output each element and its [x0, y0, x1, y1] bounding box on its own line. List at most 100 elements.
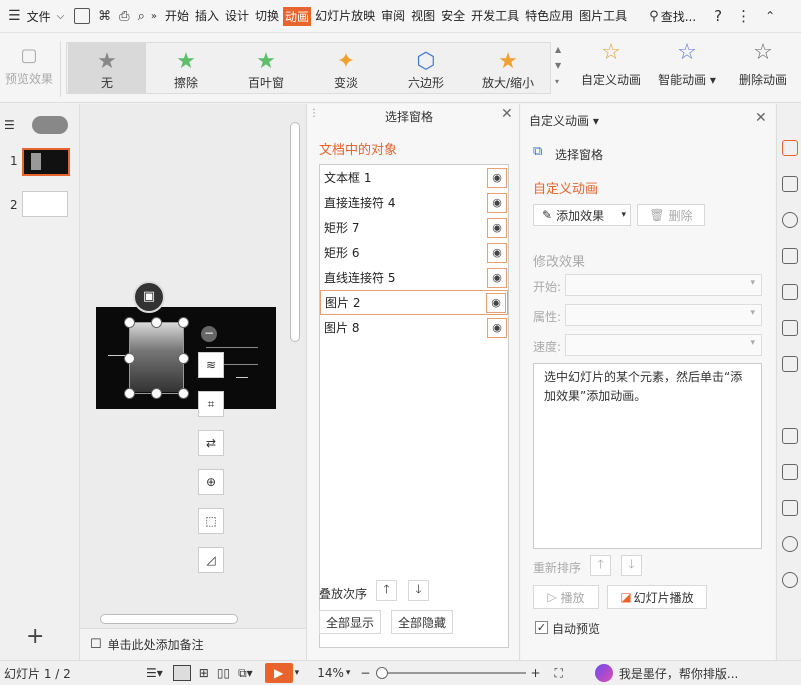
resize-handle[interactable]: [124, 353, 135, 364]
audio-icon[interactable]: [782, 464, 798, 480]
print-icon[interactable]: ⎙: [119, 9, 129, 24]
image-icon[interactable]: [782, 428, 798, 444]
collapse-ribbon-icon[interactable]: ⌃: [765, 9, 775, 23]
notes-toggle-icon[interactable]: ☰▾: [146, 666, 163, 680]
tab-2[interactable]: 设计: [223, 7, 251, 26]
more-icon[interactable]: »: [151, 11, 157, 22]
pane-grip-icon[interactable]: ⋮: [309, 108, 319, 119]
history-icon[interactable]: [782, 536, 798, 552]
show-all-button[interactable]: 全部显示: [319, 610, 381, 634]
shapes-icon[interactable]: [782, 212, 798, 228]
picture-icon[interactable]: [782, 284, 798, 300]
tab-4[interactable]: 动画: [283, 6, 312, 26]
gallery-scroll-up[interactable]: ▲: [555, 45, 561, 54]
resize-handle[interactable]: [151, 317, 162, 328]
send-backward-button[interactable]: 🡓: [408, 580, 429, 601]
search-icon[interactable]: ⚲: [649, 9, 659, 24]
resize-handle[interactable]: [178, 317, 189, 328]
add-slide-button[interactable]: +: [26, 624, 44, 649]
eye-icon[interactable]: ◉: [487, 242, 507, 263]
horizontal-scrollbar[interactable]: [100, 614, 238, 624]
normal-view-icon[interactable]: [172, 665, 191, 681]
custom-animation-button[interactable]: ☆ 自定义动画: [578, 41, 644, 88]
chevron-down-icon[interactable]: ⌵: [57, 11, 65, 22]
selection-pane-link[interactable]: 选择窗格: [555, 146, 603, 163]
image-tool-icon[interactable]: ▣: [133, 281, 165, 313]
effect-wipe[interactable]: ★ 擦除: [153, 43, 219, 93]
presenter-icon[interactable]: ⧉▾: [238, 666, 253, 681]
properties-icon[interactable]: [782, 248, 798, 264]
outline-view-icon[interactable]: ☰: [4, 118, 15, 132]
delete-effect-button[interactable]: 🗑 删除: [637, 204, 705, 226]
slides-view-toggle[interactable]: [32, 116, 68, 134]
save-icon[interactable]: [74, 8, 91, 24]
format-painter-icon[interactable]: ⌘: [98, 9, 111, 24]
tab-11[interactable]: 图片工具: [577, 7, 629, 26]
resize-handle[interactable]: [124, 388, 135, 399]
eye-icon[interactable]: ◉: [487, 217, 507, 238]
sorter-view-icon[interactable]: ⊞: [199, 666, 209, 680]
effect-blinds[interactable]: ★ 百叶窗: [233, 43, 299, 93]
print-preview-icon[interactable]: ⌕: [138, 9, 145, 24]
object-row[interactable]: 直线连接符 5 ◉: [320, 265, 508, 290]
animation-list[interactable]: 选中幻灯片的某个元素，然后单击“添加效果”添加动画。: [533, 363, 762, 549]
layers-icon[interactable]: ≋: [198, 352, 224, 378]
crop-icon[interactable]: ⌗: [198, 391, 224, 417]
slide-thumbnail-2[interactable]: [22, 191, 68, 217]
notes-bar[interactable]: ☐ 单击此处添加备注: [80, 628, 306, 660]
resize-handle[interactable]: [178, 353, 189, 364]
move-up-button[interactable]: 🡑: [590, 555, 611, 576]
fit-window-icon[interactable]: ⛶: [555, 666, 563, 681]
screenshot-icon[interactable]: ⬚: [198, 508, 224, 534]
start-select[interactable]: ▾: [565, 274, 762, 296]
file-menu[interactable]: 文件: [25, 8, 53, 25]
tab-10[interactable]: 特色应用: [523, 7, 575, 26]
effect-hexagon[interactable]: ⬡ 六边形: [393, 43, 459, 93]
slide-thumbnail-1[interactable]: [22, 148, 70, 176]
eye-icon[interactable]: ◉: [487, 192, 507, 213]
slideshow-button[interactable]: ◪ 幻灯片播放: [607, 585, 707, 609]
speed-select[interactable]: ▾: [565, 334, 762, 356]
archive-icon[interactable]: [782, 356, 798, 372]
zoom-slider[interactable]: [376, 667, 527, 679]
tab-8[interactable]: 安全: [439, 7, 467, 26]
move-down-button[interactable]: 🡓: [621, 555, 642, 576]
resize-handle[interactable]: [151, 388, 162, 399]
animation-pane-title[interactable]: 自定义动画 ▾: [529, 112, 599, 129]
more-options-icon[interactable]: ⋮: [736, 7, 751, 25]
add-effect-button[interactable]: ✎ 添加效果 ▾: [533, 204, 631, 226]
tab-7[interactable]: 视图: [409, 7, 437, 26]
help-icon[interactable]: [782, 572, 798, 588]
reading-view-icon[interactable]: ▯▯: [217, 666, 230, 680]
play-slideshow-button[interactable]: ▶: [264, 663, 293, 683]
assistant-avatar[interactable]: [594, 664, 613, 682]
close-icon[interactable]: ✕: [501, 106, 513, 122]
hide-all-button[interactable]: 全部隐藏: [391, 610, 453, 634]
close-icon[interactable]: ✕: [755, 110, 767, 126]
property-select[interactable]: ▾: [565, 304, 762, 326]
bring-forward-button[interactable]: 🡑: [376, 580, 397, 601]
object-row[interactable]: 直接连接符 4 ◉: [320, 190, 508, 215]
border-icon[interactable]: ◿: [198, 547, 224, 573]
vertical-scrollbar[interactable]: [290, 122, 300, 342]
zoom-icon[interactable]: ⊕: [198, 469, 224, 495]
eye-icon[interactable]: ◉: [486, 292, 506, 313]
favorite-icon[interactable]: [782, 320, 798, 336]
zoom-out-button[interactable]: −: [360, 666, 370, 680]
gallery-expand[interactable]: ▾: [555, 77, 559, 86]
zoom-slider-thumb[interactable]: [376, 667, 389, 679]
object-row[interactable]: 矩形 7 ◉: [320, 215, 508, 240]
object-row[interactable]: 矩形 6 ◉: [320, 240, 508, 265]
preview-effect-button[interactable]: ▢ 预览效果: [4, 45, 54, 87]
tab-1[interactable]: 插入: [193, 7, 221, 26]
tab-6[interactable]: 审阅: [379, 7, 407, 26]
effect-fade[interactable]: ✦ 变淡: [313, 43, 379, 93]
help-icon[interactable]: ?: [714, 7, 722, 25]
animation-star-icon[interactable]: [782, 140, 798, 156]
object-row[interactable]: 图片 2 ◉: [320, 290, 508, 315]
hamburger-icon[interactable]: ☰: [8, 8, 21, 24]
play-button[interactable]: ▷ 播放: [533, 585, 599, 609]
tab-0[interactable]: 开始: [163, 7, 191, 26]
resize-handle[interactable]: [178, 388, 189, 399]
tab-3[interactable]: 切换: [253, 7, 281, 26]
